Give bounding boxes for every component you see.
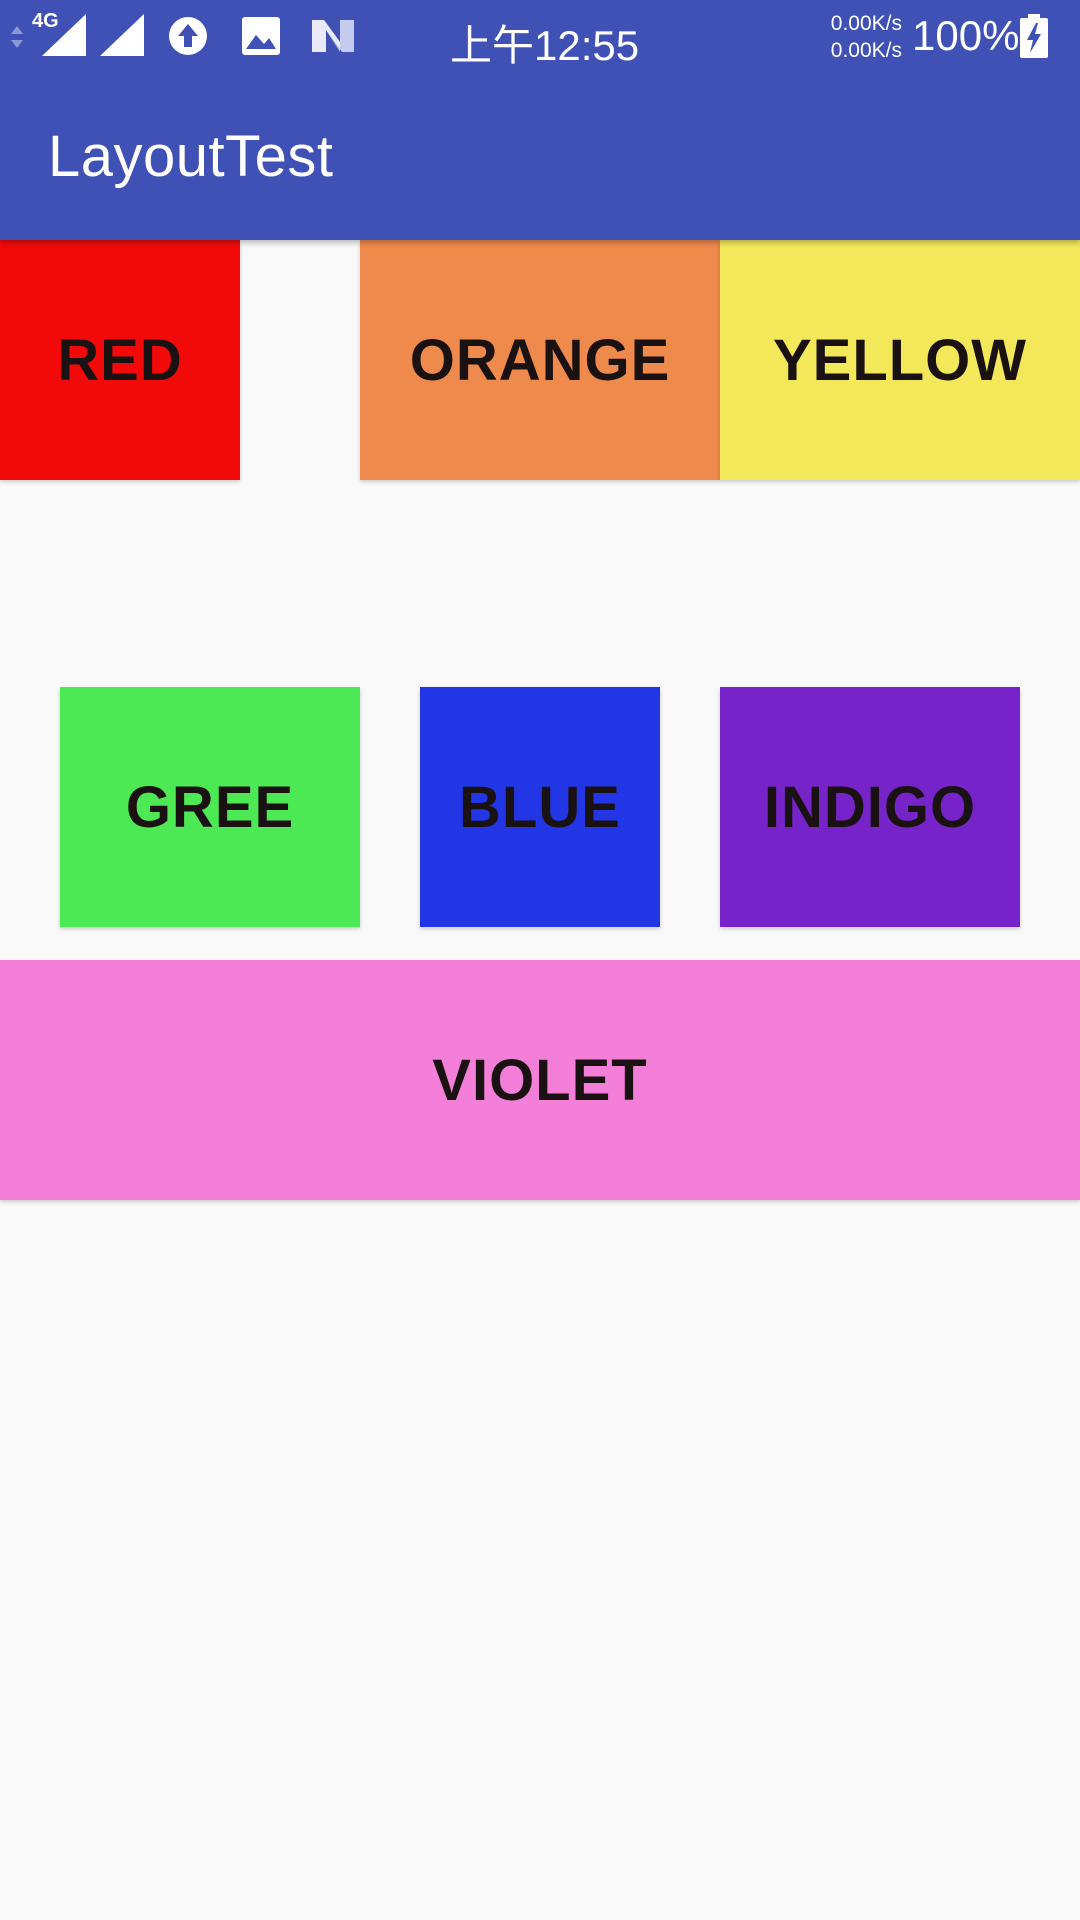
status-bar: 4G 上午12:55 0.00K/s 0.00K/s 100% — [0, 0, 1080, 73]
green-button[interactable]: GREE — [60, 687, 360, 927]
download-speed: 0.00K/s — [830, 39, 902, 62]
image-icon — [242, 17, 280, 55]
red-button[interactable]: RED — [0, 240, 240, 480]
orange-button[interactable]: ORANGE — [360, 240, 720, 480]
signal-icon — [100, 14, 144, 56]
upload-speed: 0.00K/s — [830, 12, 902, 35]
upload-icon — [169, 17, 207, 55]
blue-button[interactable]: BLUE — [420, 687, 660, 927]
app-title: LayoutTest — [48, 124, 334, 189]
indigo-button[interactable]: INDIGO — [720, 687, 1020, 927]
yellow-button[interactable]: YELLOW — [720, 240, 1080, 480]
app-bar: LayoutTest — [0, 73, 1080, 240]
data-activity-icon — [11, 26, 23, 48]
battery-charging-icon — [1020, 14, 1048, 58]
signal-icon — [42, 14, 86, 56]
n-icon — [312, 20, 354, 52]
battery-percent: 100% — [912, 12, 1020, 59]
violet-button[interactable]: VIOLET — [0, 960, 1080, 1200]
clock: 上午12:55 — [450, 22, 640, 69]
